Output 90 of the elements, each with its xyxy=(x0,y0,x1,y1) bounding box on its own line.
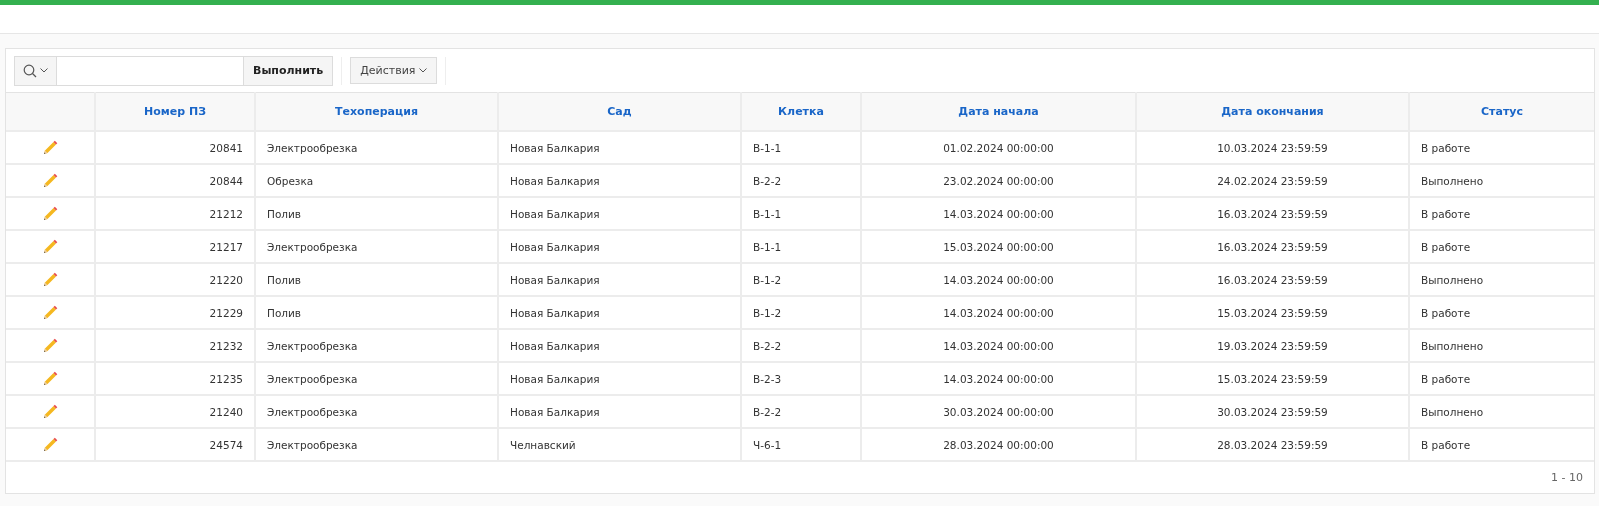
table-cell: 30.03.2024 00:00:00 xyxy=(943,405,1054,418)
table-cell: 01.02.2024 00:00:00 xyxy=(943,141,1054,154)
column-header[interactable]: Клетка xyxy=(741,92,861,131)
table-cell: 19.03.2024 23:59:59 xyxy=(1217,339,1328,352)
table-cell: 21220 xyxy=(209,273,243,286)
table-cell: Челнавский xyxy=(510,438,576,451)
table-cell: 15.03.2024 23:59:59 xyxy=(1217,372,1328,385)
table-cell: В работе xyxy=(1421,141,1471,154)
table-cell: Полив xyxy=(267,306,302,319)
table-cell: Электрообрезка xyxy=(267,339,358,352)
table-cell: 15.03.2024 00:00:00 xyxy=(943,240,1054,253)
pencil-icon[interactable] xyxy=(42,403,58,420)
table-cell: 30.03.2024 23:59:59 xyxy=(1217,405,1328,418)
table-cell: 23.02.2024 00:00:00 xyxy=(943,174,1054,187)
table-cell: 28.03.2024 00:00:00 xyxy=(943,438,1054,451)
pagination-range: 1 - 10 xyxy=(1551,471,1583,484)
column-header[interactable]: Техоперация xyxy=(255,92,498,131)
table-cell: Новая Балкария xyxy=(510,240,600,253)
table-cell: 21217 xyxy=(209,240,243,253)
table-cell: В-1-1 xyxy=(753,207,782,220)
table-cell: Новая Балкария xyxy=(510,174,600,187)
table-cell: 20844 xyxy=(209,174,243,187)
table-cell: Новая Балкария xyxy=(510,306,600,319)
table-cell: Новая Балкария xyxy=(510,405,600,418)
table-cell: В работе xyxy=(1421,240,1471,253)
table-cell: 21229 xyxy=(209,306,243,319)
table-cell: Выполнено xyxy=(1421,405,1484,418)
table-cell: 20841 xyxy=(209,141,243,154)
table-cell: В-1-2 xyxy=(753,273,782,286)
column-header[interactable]: Номер ПЗ xyxy=(95,92,255,131)
table-cell: В-1-1 xyxy=(753,240,782,253)
table-cell: 28.03.2024 23:59:59 xyxy=(1217,438,1328,451)
table-cell: Электрообрезка xyxy=(267,141,358,154)
table-cell: 21235 xyxy=(209,372,243,385)
table-cell: 16.03.2024 23:59:59 xyxy=(1217,240,1328,253)
table-cell: 14.03.2024 00:00:00 xyxy=(943,207,1054,220)
column-header[interactable]: Дата окончания xyxy=(1136,92,1409,131)
table-cell: В-2-2 xyxy=(753,405,782,418)
column-header[interactable]: Сад xyxy=(498,92,741,131)
table-cell: Электрообрезка xyxy=(267,372,358,385)
column-header[interactable]: Дата начала xyxy=(861,92,1136,131)
table-cell: 16.03.2024 23:59:59 xyxy=(1217,207,1328,220)
table-cell: Выполнено xyxy=(1421,339,1484,352)
pencil-icon[interactable] xyxy=(42,205,58,222)
table-cell: Новая Балкария xyxy=(510,372,600,385)
table-cell: В-2-2 xyxy=(753,339,782,352)
table-cell: 16.03.2024 23:59:59 xyxy=(1217,273,1328,286)
table-cell: Новая Балкария xyxy=(510,207,600,220)
table-cell: 21240 xyxy=(209,405,243,418)
table-cell: 14.03.2024 00:00:00 xyxy=(943,372,1054,385)
table-cell: 21232 xyxy=(209,339,243,352)
table-cell: 21212 xyxy=(209,207,243,220)
column-header[interactable]: Статус xyxy=(1409,92,1594,131)
table-cell: В работе xyxy=(1421,207,1471,220)
table-cell: 10.03.2024 23:59:59 xyxy=(1217,141,1328,154)
table-cell: Обрезка xyxy=(267,174,314,187)
table-cell: Новая Балкария xyxy=(510,273,600,286)
table-cell: Ч-6-1 xyxy=(753,438,782,451)
table-cell: Выполнено xyxy=(1421,174,1484,187)
table-cell: 24574 xyxy=(209,438,243,451)
table-cell: 24.02.2024 23:59:59 xyxy=(1217,174,1328,187)
table-cell: В-2-3 xyxy=(753,372,782,385)
pencil-icon[interactable] xyxy=(42,304,58,321)
pencil-icon[interactable] xyxy=(42,436,58,453)
table-cell: Электрообрезка xyxy=(267,240,358,253)
pencil-icon[interactable] xyxy=(42,271,58,288)
table-cell: 14.03.2024 00:00:00 xyxy=(943,339,1054,352)
table-cell: Новая Балкария xyxy=(510,339,600,352)
table-cell: В-1-1 xyxy=(753,141,782,154)
table-cell: Новая Балкария xyxy=(510,141,600,154)
table-cell: В-2-2 xyxy=(753,174,782,187)
actions-menu-button[interactable]: Действия xyxy=(350,57,438,84)
table-cell: В работе xyxy=(1421,306,1471,319)
table-cell: Выполнено xyxy=(1421,273,1484,286)
pencil-icon[interactable] xyxy=(42,337,58,354)
table-cell: Электрообрезка xyxy=(267,405,358,418)
table-cell: 15.03.2024 23:59:59 xyxy=(1217,306,1328,319)
table-cell: В работе xyxy=(1421,438,1471,451)
table-cell: Полив xyxy=(267,273,302,286)
pencil-icon[interactable] xyxy=(42,238,58,255)
table-cell: Электрообрезка xyxy=(267,438,358,451)
table-cell: В-1-2 xyxy=(753,306,782,319)
table-cell: Полив xyxy=(267,207,302,220)
table-cell: 14.03.2024 00:00:00 xyxy=(943,273,1054,286)
table-cell: В работе xyxy=(1421,372,1471,385)
caret-icon xyxy=(419,68,428,73)
pencil-icon[interactable] xyxy=(42,172,58,189)
pencil-icon[interactable] xyxy=(42,370,58,387)
table-cell: 14.03.2024 00:00:00 xyxy=(943,306,1054,319)
pencil-icon[interactable] xyxy=(42,139,58,156)
